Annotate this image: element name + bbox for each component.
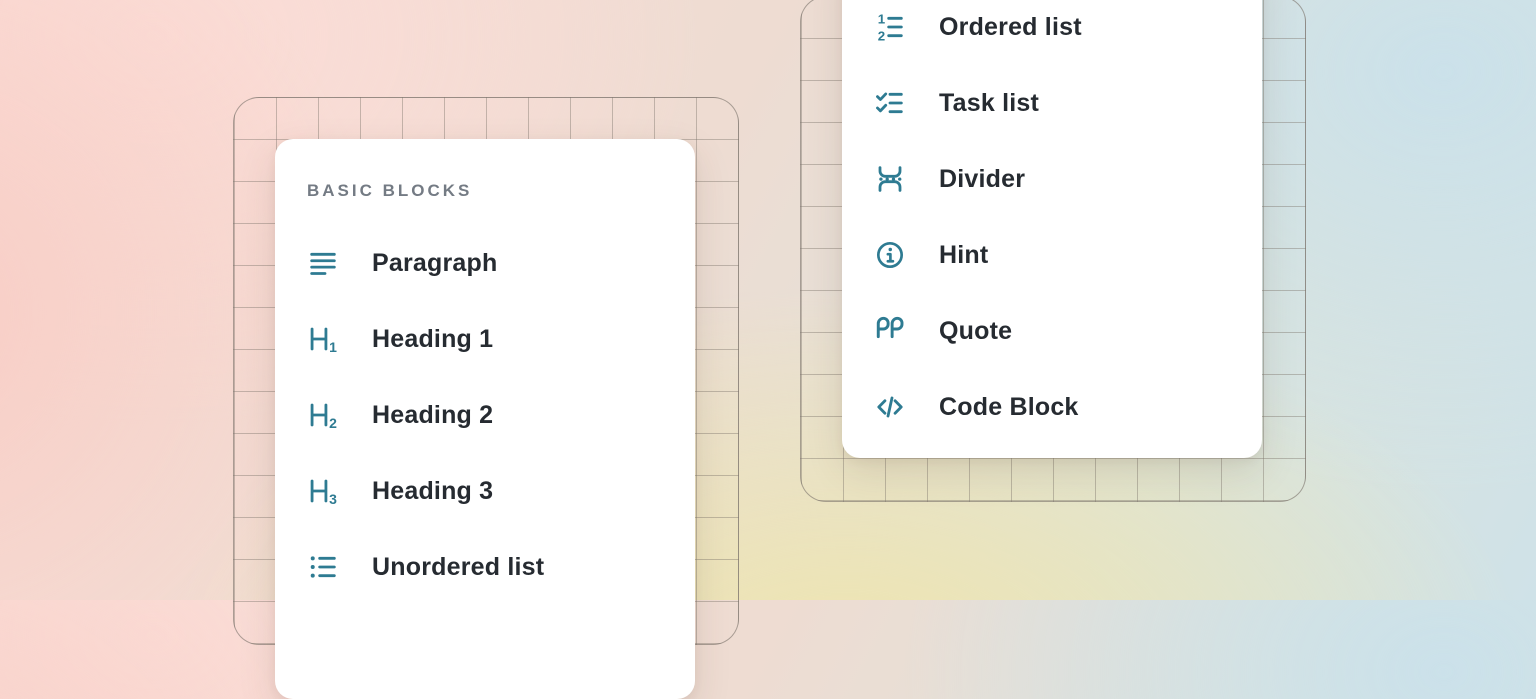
menu-item-task-list[interactable]: Task list — [874, 65, 1230, 141]
menu-item-label: Hint — [939, 241, 988, 270]
menu-item-label: Task list — [939, 89, 1039, 118]
ordered-list-icon: 1 2 — [874, 11, 910, 43]
menu-item-hint[interactable]: Hint — [874, 217, 1230, 293]
svg-text:1: 1 — [329, 339, 337, 355]
paragraph-icon — [307, 247, 343, 279]
unordered-list-icon — [307, 551, 343, 583]
hint-icon — [874, 239, 910, 271]
menu-item-label: Quote — [939, 317, 1012, 346]
code-block-icon — [874, 391, 910, 423]
menu-item-heading-2[interactable]: 2 Heading 2 — [307, 377, 663, 453]
menu-item-label: Paragraph — [372, 249, 497, 278]
basic-blocks-menu: BASIC BLOCKS Paragraph 1 Heading 1 — [275, 139, 695, 699]
menu-item-label: Ordered list — [939, 13, 1082, 42]
heading-1-icon: 1 — [307, 323, 343, 355]
menu-item-label: Heading 3 — [372, 477, 493, 506]
menu-item-heading-3[interactable]: 3 Heading 3 — [307, 453, 663, 529]
quote-icon — [874, 315, 910, 347]
menu-item-divider[interactable]: Divider — [874, 141, 1230, 217]
menu-item-code-block[interactable]: Code Block — [874, 369, 1230, 445]
menu-item-label: Unordered list — [372, 553, 544, 582]
menu-item-quote[interactable]: Quote — [874, 293, 1230, 369]
svg-text:1: 1 — [878, 11, 886, 26]
menu-item-paragraph[interactable]: Paragraph — [307, 225, 663, 301]
svg-text:2: 2 — [329, 415, 337, 431]
svg-text:2: 2 — [878, 29, 885, 43]
section-title: BASIC BLOCKS — [307, 181, 663, 201]
menu-item-unordered-list[interactable]: Unordered list — [307, 529, 663, 605]
blocks-menu-continued: 1 2 Ordered list Task list — [842, 0, 1262, 458]
menu-item-label: Heading 2 — [372, 401, 493, 430]
divider-icon — [874, 163, 910, 195]
menu-item-heading-1[interactable]: 1 Heading 1 — [307, 301, 663, 377]
editor-blocks-hero: BASIC BLOCKS Paragraph 1 Heading 1 — [0, 0, 1536, 600]
menu-item-label: Heading 1 — [372, 325, 493, 354]
menu-item-ordered-list[interactable]: 1 2 Ordered list — [874, 0, 1230, 65]
menu-item-label: Divider — [939, 165, 1025, 194]
heading-2-icon: 2 — [307, 399, 343, 431]
heading-3-icon: 3 — [307, 475, 343, 507]
task-list-icon — [874, 87, 910, 119]
svg-text:3: 3 — [329, 491, 337, 507]
menu-item-label: Code Block — [939, 393, 1079, 422]
